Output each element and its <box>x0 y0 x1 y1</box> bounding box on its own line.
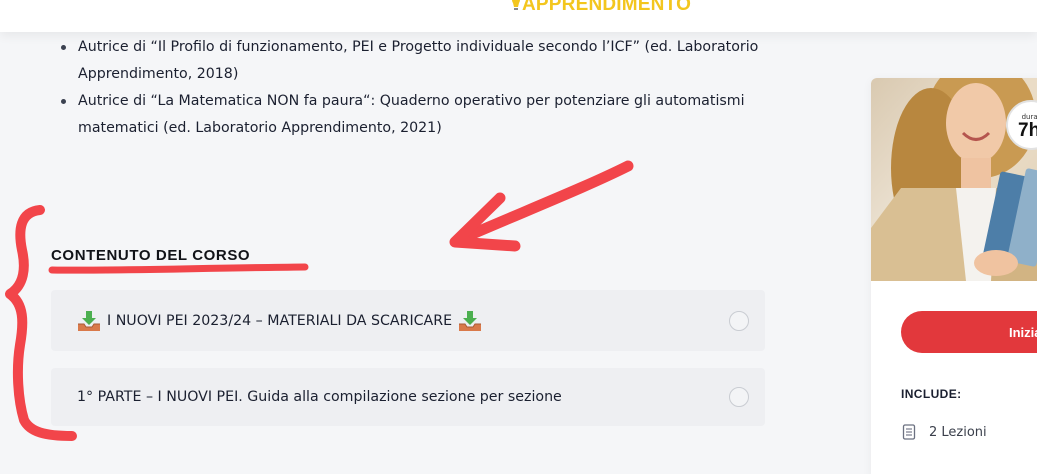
list-item: Autrice di “Il Profilo di funzionamento,… <box>58 34 778 88</box>
site-logo[interactable]: APPRENDIMENTO ' <box>511 0 695 16</box>
inbox-download-icon <box>459 310 482 331</box>
duration-value: 7h <box>1018 120 1037 141</box>
list-item: Autrice di “La Matematica NON fa paura“:… <box>58 88 778 142</box>
start-course-button[interactable]: Inizia <box>901 311 1037 353</box>
underline-annotation <box>48 263 309 274</box>
arrowhead-annotation <box>449 192 521 252</box>
course-content-title: CONTENUTO DEL CORSO <box>51 247 251 264</box>
lesson-title: 1° PARTE – I NUOVI PEI. Guida alla compi… <box>77 389 562 405</box>
include-title: INCLUDE: <box>901 387 962 401</box>
page: APPRENDIMENTO ' Autrice di “Il Profilo d… <box>0 0 1037 474</box>
arrow-annotation <box>464 160 634 241</box>
inbox-download-icon <box>78 310 100 331</box>
author-bio-list: Autrice di “Il Profilo di funzionamento,… <box>58 34 778 142</box>
lesson-status-circle[interactable] <box>729 310 749 331</box>
lesson-status-circle[interactable] <box>729 387 749 407</box>
logo-mark: ' <box>692 0 695 5</box>
include-item-label: 2 Lezioni <box>929 424 987 440</box>
book-icon <box>902 424 916 440</box>
lesson-item-part-1[interactable]: 1° PARTE – I NUOVI PEI. Guida alla compi… <box>51 368 765 426</box>
logo-text: APPRENDIMENTO <box>522 0 692 15</box>
site-header: APPRENDIMENTO ' <box>0 0 1037 32</box>
lightbulb-icon <box>512 0 520 10</box>
lesson-title: I NUOVI PEI 2023/24 – MATERIALI DA SCARI… <box>107 312 453 329</box>
lesson-item-materials[interactable]: I NUOVI PEI 2023/24 – MATERIALI DA SCARI… <box>51 290 765 351</box>
include-item-lessons: 2 Lezioni <box>902 424 987 440</box>
